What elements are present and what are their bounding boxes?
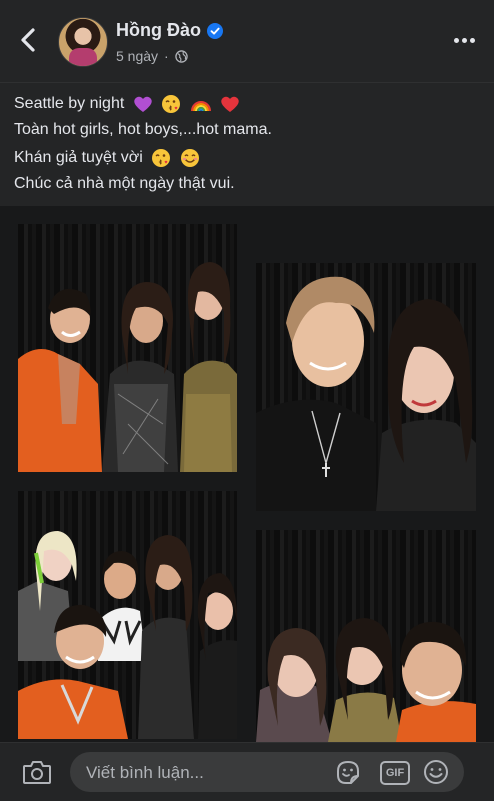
photo-4-figures [256,618,476,742]
selfie-photo-2[interactable] [256,263,476,511]
back-button[interactable] [14,26,42,54]
purple-heart-icon [134,96,152,112]
post-meta: 5 ngày · [116,48,188,64]
post-line-3-text: Khán giả tuyệt vời [14,149,143,166]
post-line-1: Seattle by night [14,93,240,115]
kiss-wink-icon [152,148,171,167]
globe-icon [174,49,188,63]
post-line-2: Toàn hot girls, hot boys,...hot mama. [14,121,272,138]
sticker-icon[interactable] [334,759,362,785]
post-time[interactable]: 5 ngày [116,48,158,64]
group-photo-3[interactable] [18,491,237,739]
selfie-photo-4[interactable] [256,530,476,742]
meta-separator: · [164,48,169,64]
comment-input[interactable] [84,752,328,794]
post-line-1-text: Seattle by night [14,95,125,112]
gif-button[interactable]: GIF [380,761,410,785]
author-name[interactable]: Hồng Đào [116,20,201,41]
red-heart-icon [221,96,239,112]
kiss-wink-icon [162,94,181,113]
camera-icon[interactable] [22,759,52,785]
smiling-face-icon [180,148,199,167]
photo-2-figures [256,276,476,511]
author-row: Hồng Đào [116,20,223,41]
rainbow-icon [190,100,211,112]
emoji-icon[interactable] [422,759,450,785]
photo-collage [0,206,494,742]
comment-bar: GIF [0,742,494,801]
verified-badge-icon [207,22,223,39]
chevron-left-icon [21,28,35,52]
comment-input-box[interactable]: GIF [70,752,464,794]
post-header: Hồng Đào 5 ngày · [0,0,494,82]
group-photo-1[interactable] [18,224,237,472]
more-options-button[interactable] [450,26,478,54]
avatar[interactable] [58,17,108,67]
post-line-4: Chúc cả nhà một ngày thật vui. [14,175,235,192]
dot-icon [461,37,467,43]
dot-icon [469,37,475,43]
photo-1-figures [18,262,237,472]
dot-icon [453,37,459,43]
post-line-3: Khán giả tuyệt vời [14,147,200,169]
post-text: Seattle by night Toàn hot girls, hot boy… [0,82,494,207]
photo-3-figures [18,531,237,739]
